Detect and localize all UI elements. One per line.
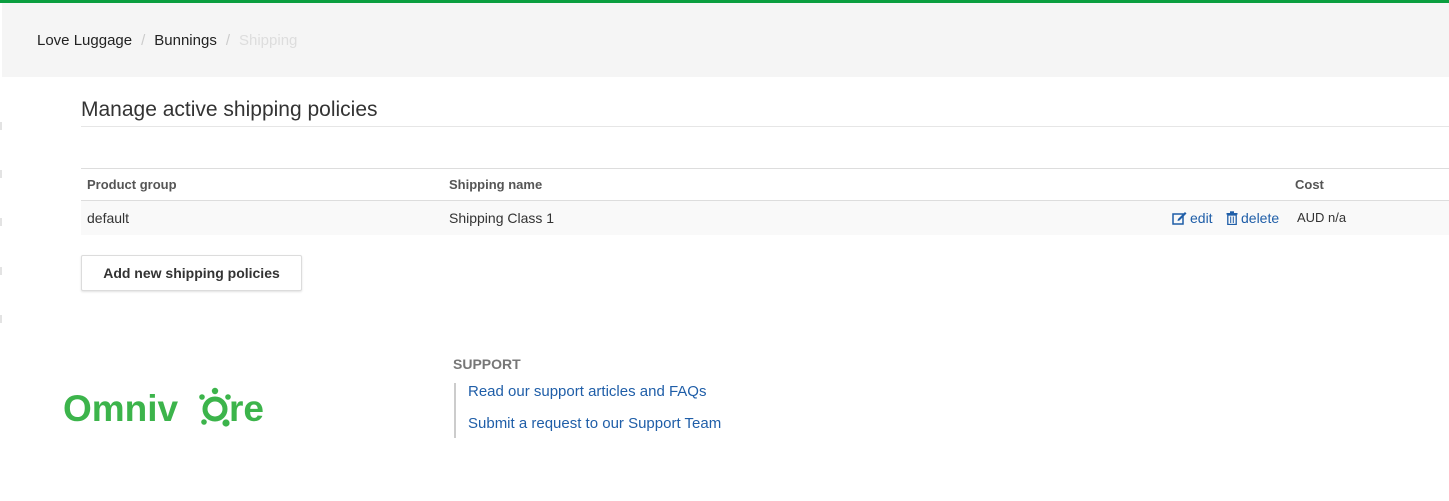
breadcrumb: Love Luggage / Bunnings / Shipping bbox=[37, 32, 297, 50]
support-articles-link[interactable]: Read our support articles and FAQs bbox=[468, 383, 721, 401]
cell-shipping-name: Shipping Class 1 bbox=[449, 210, 555, 226]
header-shipping-name: Shipping name bbox=[449, 177, 543, 192]
edit-icon bbox=[1172, 212, 1187, 225]
cell-cost: AUD n/a bbox=[1297, 210, 1347, 225]
table-row: default Shipping Class 1 edit delete AUD… bbox=[81, 201, 1449, 235]
title-divider bbox=[81, 126, 1449, 127]
breadcrumb-love-luggage[interactable]: Love Luggage bbox=[37, 32, 132, 50]
support-links: Read our support articles and FAQs Submi… bbox=[454, 383, 721, 438]
omnivore-logo[interactable]: Omniv re bbox=[63, 385, 273, 435]
svg-text:Omniv: Omniv bbox=[63, 388, 179, 429]
edit-link[interactable]: edit bbox=[1172, 210, 1213, 226]
support-heading: SUPPORT bbox=[453, 356, 521, 372]
delete-link[interactable]: delete bbox=[1226, 210, 1279, 226]
header-product-group: Product group bbox=[87, 177, 177, 192]
header-cost: Cost bbox=[1295, 177, 1324, 192]
breadcrumb-bar: Love Luggage / Bunnings / Shipping bbox=[2, 3, 1449, 77]
add-shipping-policies-button[interactable]: Add new shipping policies bbox=[81, 255, 302, 291]
breadcrumb-current: Shipping bbox=[239, 32, 298, 49]
page-title: Manage active shipping policies bbox=[81, 98, 378, 121]
svg-text:re: re bbox=[229, 388, 264, 429]
trash-icon bbox=[1226, 211, 1238, 225]
table-header: Product group Shipping name Cost bbox=[81, 168, 1449, 201]
delete-label: delete bbox=[1241, 210, 1280, 226]
cell-product-group: default bbox=[87, 210, 130, 226]
breadcrumb-separator: / bbox=[225, 32, 230, 49]
submit-request-link[interactable]: Submit a request to our Support Team bbox=[468, 415, 721, 433]
breadcrumb-bunnings[interactable]: Bunnings bbox=[154, 32, 217, 50]
gear-logo-icon bbox=[199, 387, 231, 427]
edit-label: edit bbox=[1190, 210, 1213, 226]
breadcrumb-separator: / bbox=[141, 32, 146, 49]
shipping-policies-table: Product group Shipping name Cost default… bbox=[81, 168, 1449, 235]
